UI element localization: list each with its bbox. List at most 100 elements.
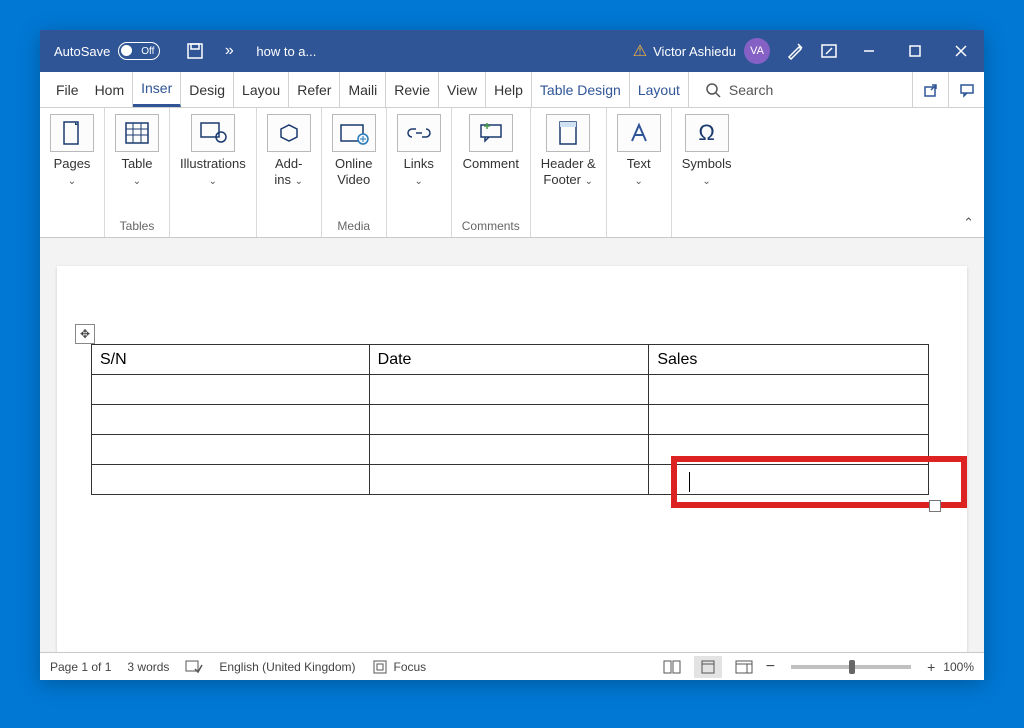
pen-icon[interactable] (778, 30, 812, 72)
group-header-footer: Header &Footer ⌄ (531, 108, 607, 237)
table-resize-handle-icon[interactable] (929, 500, 941, 512)
zoom-out-button[interactable]: − (766, 658, 775, 676)
avatar: VA (744, 38, 770, 64)
header-footer-button[interactable]: Header &Footer ⌄ (541, 114, 596, 188)
group-tables: Table ⌄ Tables (105, 108, 170, 237)
chevron-down-icon: ⌄ (68, 176, 76, 187)
comment-icon (469, 114, 513, 152)
header-sales[interactable]: Sales (649, 345, 929, 375)
tab-mailings[interactable]: Maili (340, 72, 386, 107)
group-comments: Comment Comments (452, 108, 531, 237)
text-icon (617, 114, 661, 152)
user-name: Victor Ashiedu (653, 44, 736, 59)
group-illustrations: Illustrations ⌄ (170, 108, 257, 237)
focus-icon (372, 659, 388, 675)
illustrations-button[interactable]: Illustrations ⌄ (180, 114, 246, 187)
document-table[interactable]: S/N Date Sales (91, 344, 929, 495)
autosave-label: AutoSave (54, 44, 110, 59)
table-row[interactable] (92, 435, 929, 465)
autosave-switch[interactable]: Off (118, 42, 160, 60)
page-indicator[interactable]: Page 1 of 1 (50, 660, 111, 674)
zoom-in-button[interactable]: + (927, 659, 935, 675)
table-row[interactable]: S/N Date Sales (92, 345, 929, 375)
minimize-button[interactable] (846, 30, 892, 72)
chevron-down-icon: ⌄ (634, 176, 642, 187)
table-row[interactable] (92, 405, 929, 435)
header-sn[interactable]: S/N (92, 345, 370, 375)
save-icon[interactable] (178, 30, 212, 72)
group-title-comments: Comments (462, 215, 520, 233)
app-window: AutoSave Off » how to a... ⚠ Victor Ashi… (40, 30, 984, 680)
focus-mode-button[interactable]: Focus (372, 659, 427, 675)
group-links: Links ⌄ (387, 108, 452, 237)
collapse-ribbon-icon[interactable]: ⌃ (963, 215, 974, 231)
table-move-handle-icon[interactable]: ✥ (75, 324, 95, 344)
tab-table-design[interactable]: Table Design (532, 72, 630, 107)
zoom-slider[interactable] (791, 665, 911, 669)
group-title-tables: Tables (120, 215, 155, 233)
print-layout-icon[interactable] (694, 656, 722, 678)
group-media: OnlineVideo Media (322, 108, 387, 237)
group-text: Text ⌄ (607, 108, 672, 237)
page[interactable]: ✥ S/N Date Sales (57, 266, 967, 652)
table-button[interactable]: Table ⌄ (115, 114, 159, 187)
illustrations-icon (191, 114, 235, 152)
ribbon-mode-icon[interactable] (812, 30, 846, 72)
pages-button[interactable]: Pages ⌄ (50, 114, 94, 187)
addins-icon (267, 114, 311, 152)
zoom-level[interactable]: 100% (943, 660, 974, 674)
share-icon[interactable] (912, 72, 948, 108)
chevron-down-icon: ⌄ (209, 176, 217, 187)
group-symbols: Ω Symbols ⌄ (672, 108, 742, 237)
titlebar: AutoSave Off » how to a... ⚠ Victor Ashi… (40, 30, 984, 72)
text-button[interactable]: Text ⌄ (617, 114, 661, 187)
language-indicator[interactable]: English (United Kingdom) (219, 660, 355, 674)
document-area[interactable]: ✥ S/N Date Sales (40, 238, 984, 652)
links-button[interactable]: Links ⌄ (397, 114, 441, 187)
search-button[interactable]: Search (705, 72, 773, 107)
comment-button[interactable]: Comment (463, 114, 519, 172)
document-title: how to a... (256, 44, 316, 59)
tab-references[interactable]: Refer (289, 72, 340, 107)
tab-insert[interactable]: Inser (133, 72, 181, 107)
chevron-down-icon: ⌄ (133, 176, 141, 187)
symbols-button[interactable]: Ω Symbols ⌄ (682, 114, 732, 187)
web-layout-icon[interactable] (730, 656, 758, 678)
link-icon (397, 114, 441, 152)
read-mode-icon[interactable] (658, 656, 686, 678)
tab-layout[interactable]: Layou (234, 72, 289, 107)
tab-view[interactable]: View (439, 72, 486, 107)
comments-pane-icon[interactable] (948, 72, 984, 108)
group-title-media: Media (337, 215, 370, 233)
user-account[interactable]: Victor Ashiedu VA (653, 38, 770, 64)
chevron-down-icon: ⌄ (702, 176, 710, 187)
maximize-button[interactable] (892, 30, 938, 72)
word-count[interactable]: 3 words (127, 660, 169, 674)
search-icon (705, 82, 721, 98)
tab-home[interactable]: Hom (87, 72, 134, 107)
more-qat-icon[interactable]: » (212, 30, 246, 72)
header-footer-icon (546, 114, 590, 152)
symbols-icon: Ω (685, 114, 729, 152)
close-button[interactable] (938, 30, 984, 72)
autosave-toggle[interactable]: AutoSave Off (54, 42, 160, 60)
table-row[interactable] (92, 465, 929, 495)
tab-help[interactable]: Help (486, 72, 532, 107)
tab-design[interactable]: Desig (181, 72, 234, 107)
chevron-down-icon: ⌄ (415, 176, 423, 187)
window-controls (846, 30, 984, 72)
online-video-button[interactable]: OnlineVideo (332, 114, 376, 187)
group-pages: Pages ⌄ (40, 108, 105, 237)
video-icon (332, 114, 376, 152)
text-cursor (689, 472, 690, 492)
status-bar: Page 1 of 1 3 words English (United King… (40, 652, 984, 680)
addins-button[interactable]: Add-ins ⌄ (267, 114, 311, 188)
tab-review[interactable]: Revie (386, 72, 439, 107)
spellcheck-icon[interactable] (185, 659, 203, 675)
header-date[interactable]: Date (369, 345, 649, 375)
tab-table-layout[interactable]: Layout (630, 72, 689, 107)
tab-file[interactable]: File (48, 72, 87, 107)
warning-icon: ⚠ (633, 41, 647, 61)
pages-icon (50, 114, 94, 152)
table-row[interactable] (92, 375, 929, 405)
